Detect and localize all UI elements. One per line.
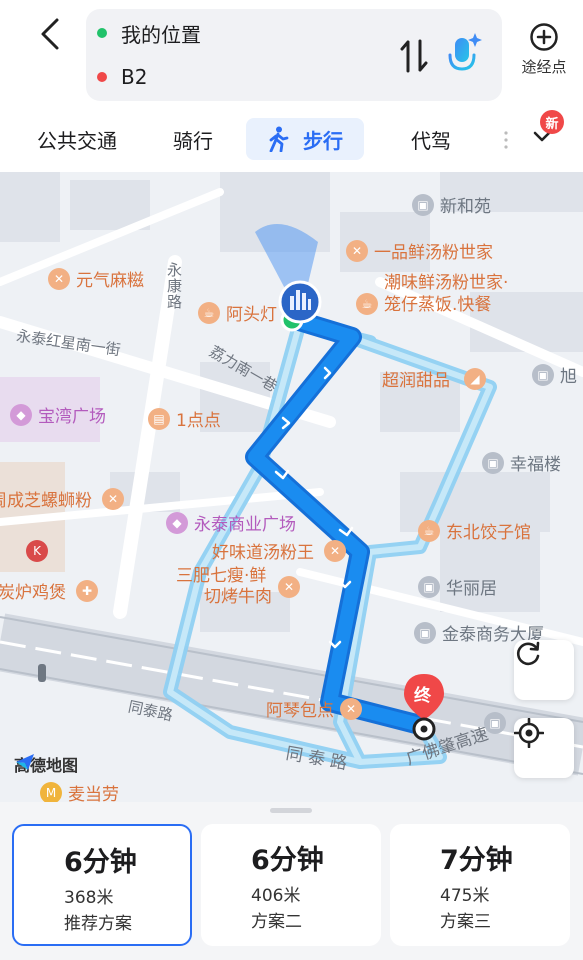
new-badge: 新 bbox=[540, 110, 564, 134]
dessert-icon: ◢ bbox=[464, 367, 486, 390]
plan-distance: 475米 bbox=[440, 886, 490, 906]
amap-logo-icon bbox=[16, 754, 34, 770]
drink-icon: ▤ bbox=[148, 407, 170, 430]
poi-zhouchengzhi[interactable]: 周成芝螺蛳粉 ✕ bbox=[0, 486, 130, 511]
end-marker-label: 终 bbox=[414, 686, 431, 706]
tab-label: 代驾 bbox=[411, 128, 451, 153]
map-watermark: 高德地图 bbox=[14, 752, 78, 776]
poi-dongbei[interactable]: ☕ 东北饺子馆 bbox=[418, 518, 531, 543]
back-button[interactable] bbox=[30, 14, 70, 54]
end-location-field[interactable]: B2 bbox=[86, 57, 147, 97]
plan-time: 6分钟 bbox=[251, 845, 324, 876]
tab-label: 步行 bbox=[303, 128, 343, 153]
plan-card-recommended[interactable]: 6分钟 368米 推荐方案 bbox=[12, 824, 192, 946]
poi-sanfei[interactable]: 三肥七瘦·鲜 切烤牛肉 ✕ bbox=[176, 566, 306, 608]
building-icon: ▣ bbox=[418, 575, 440, 598]
start-location-text: 我的位置 bbox=[121, 22, 201, 47]
chevron-left-icon bbox=[41, 18, 59, 50]
shopping-bag-icon: ◆ bbox=[10, 403, 32, 426]
start-location-field[interactable]: 我的位置 bbox=[86, 13, 201, 53]
tab-label: 骑行 bbox=[173, 128, 213, 153]
building-icon: ▣ bbox=[412, 193, 434, 216]
plan-distance: 406米 bbox=[251, 886, 301, 906]
crosshair-location-icon bbox=[514, 718, 544, 748]
swap-arrows-icon bbox=[400, 39, 428, 73]
poi-yongtai-plaza[interactable]: ◆ 永泰商业广场 bbox=[166, 510, 296, 535]
more-modes-button[interactable]: 新 bbox=[528, 110, 566, 142]
map-view[interactable]: ▣ 新和苑 ✕ 一品鲜汤粉世家 ☕ 潮味鲜汤粉世家· 笼仔蒸饭.快餐 ✕ 元气麻糍 ☕ 阿头… bbox=[0, 172, 583, 802]
plan-name: 推荐方案 bbox=[64, 914, 132, 934]
plan-distance: 368米 bbox=[64, 888, 114, 908]
restaurant-icon: ☕ bbox=[418, 519, 440, 542]
tab-walking[interactable]: 步行 bbox=[246, 118, 364, 160]
locate-me-button[interactable] bbox=[514, 718, 574, 778]
poi-mcdonalds[interactable]: M 麦当劳 bbox=[40, 780, 119, 802]
poi-aqin[interactable]: 阿琴包点 ✕ bbox=[266, 696, 368, 721]
poi-huali[interactable]: ▣ 华丽居 bbox=[418, 574, 497, 599]
cafe-icon: ☕ bbox=[198, 301, 220, 324]
plan-card-two[interactable]: 6分钟 406米 方案二 bbox=[201, 824, 381, 946]
poi-xinhe[interactable]: ▣ 新和苑 bbox=[412, 192, 491, 217]
waypoint-label: 途经点 bbox=[521, 58, 567, 76]
office-icon: ▣ bbox=[414, 621, 436, 644]
building-icon: ▣ bbox=[532, 363, 554, 386]
tab-public-transit[interactable]: 公共交通 bbox=[22, 118, 132, 160]
route-input-box: 我的位置 B2 bbox=[86, 9, 502, 101]
poi-kfc[interactable]: K bbox=[26, 540, 54, 562]
poi-chaowei[interactable]: ☕ 潮味鲜汤粉世家· 笼仔蒸饭.快餐 bbox=[356, 272, 508, 316]
poi-baowan[interactable]: ◆ 宝湾广场 bbox=[10, 402, 106, 427]
restaurant-icon: ✕ bbox=[48, 267, 70, 290]
plus-circle-icon bbox=[530, 23, 558, 51]
plan-name: 方案三 bbox=[440, 912, 491, 932]
restaurant-icon: ☕ bbox=[356, 293, 378, 315]
restaurant-icon: ✚ bbox=[76, 579, 98, 602]
poi-chaorun[interactable]: 超润甜品 ◢ bbox=[382, 366, 486, 391]
route-plans-panel: 6分钟 368米 推荐方案 6分钟 406米 方案二 7分钟 475米 方案三 bbox=[0, 802, 583, 960]
tab-cycling[interactable]: 骑行 bbox=[158, 118, 228, 160]
tab-overflow[interactable] bbox=[503, 126, 525, 154]
transport-mode-tabs: 公共交通 骑行 步行 代驾 bbox=[0, 112, 583, 172]
end-dot-icon bbox=[97, 72, 107, 82]
refresh-icon bbox=[517, 641, 540, 666]
tab-label: 公共交通 bbox=[37, 128, 117, 153]
plan-time: 6分钟 bbox=[64, 847, 137, 878]
restaurant-icon: ✕ bbox=[278, 576, 300, 598]
refresh-route-button[interactable] bbox=[514, 640, 574, 700]
walking-person-icon bbox=[269, 126, 289, 152]
more-dots-icon bbox=[504, 131, 508, 149]
office-icon: ▣ bbox=[484, 712, 506, 734]
poi-xingfu[interactable]: ▣ 幸福楼 bbox=[482, 450, 561, 475]
end-location-text: B2 bbox=[121, 65, 148, 89]
mcdonalds-icon: M bbox=[40, 781, 62, 802]
swap-button[interactable] bbox=[399, 37, 429, 75]
tab-designated-driver[interactable]: 代驾 bbox=[396, 118, 466, 160]
poi-yuanqi[interactable]: ✕ 元气麻糍 bbox=[48, 266, 144, 291]
plan-time: 7分钟 bbox=[440, 845, 513, 876]
poi-haowei[interactable]: 好味道汤粉王 ✕ bbox=[212, 538, 352, 563]
poi-yipin[interactable]: ✕ 一品鲜汤粉世家 bbox=[346, 238, 493, 263]
poi-office[interactable]: ▣ bbox=[484, 712, 512, 734]
poi-atou[interactable]: ☕ 阿头灯 bbox=[198, 300, 277, 325]
restaurant-icon: ✕ bbox=[340, 697, 362, 720]
poi-xu[interactable]: ▣ 旭 bbox=[532, 362, 577, 387]
route-header: 我的位置 B2 途经点 bbox=[0, 0, 583, 112]
microphone-icon bbox=[448, 33, 482, 78]
restaurant-icon: ✕ bbox=[324, 539, 346, 562]
plan-name: 方案二 bbox=[251, 912, 302, 932]
start-dot-icon bbox=[97, 28, 107, 38]
kfc-icon: K bbox=[26, 540, 48, 562]
traffic-light-icon bbox=[38, 664, 46, 682]
shopping-bag-icon: ◆ bbox=[166, 511, 188, 534]
add-waypoint-button[interactable]: 途经点 bbox=[512, 22, 576, 86]
voice-input-button[interactable] bbox=[446, 31, 482, 81]
poi-yidian[interactable]: ▤ 1点点 bbox=[148, 406, 221, 431]
poi-tanlu[interactable]: 炭炉鸡煲 ✚ bbox=[0, 578, 104, 603]
restaurant-icon: ✕ bbox=[102, 487, 124, 510]
drag-handle[interactable] bbox=[270, 808, 312, 813]
building-icon: ▣ bbox=[482, 451, 504, 474]
plan-card-three[interactable]: 7分钟 475米 方案三 bbox=[390, 824, 570, 946]
restaurant-icon: ✕ bbox=[346, 239, 368, 262]
road-label-yongkang: 永康路 bbox=[165, 262, 183, 310]
